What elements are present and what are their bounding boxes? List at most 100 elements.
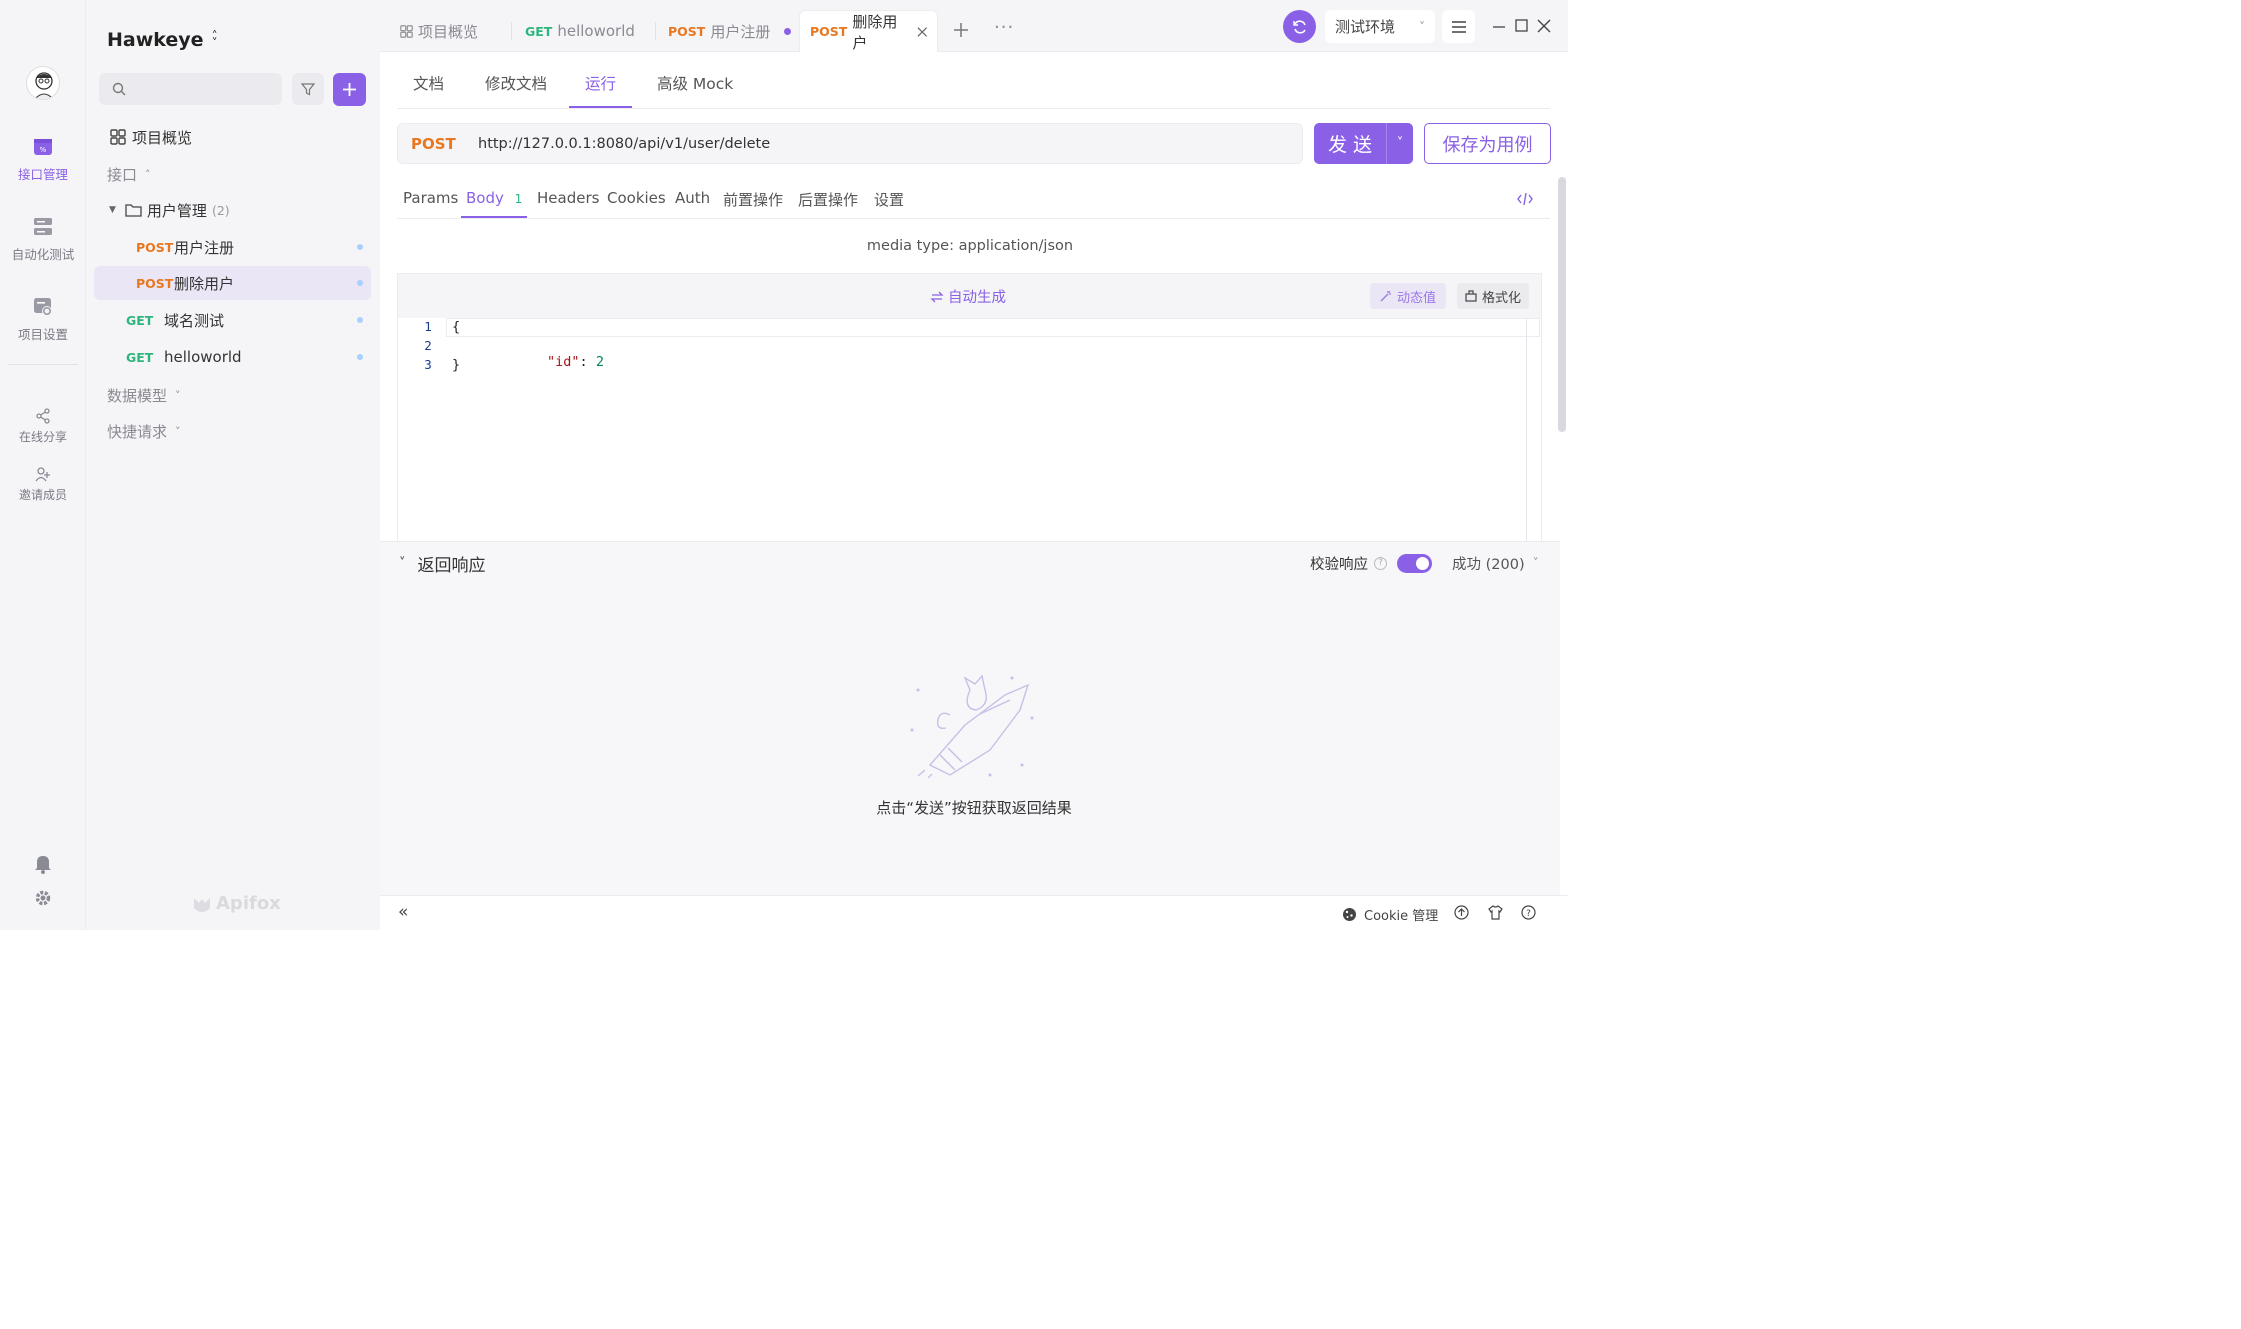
tab-label: 项目概览 <box>418 22 479 41</box>
avatar[interactable] <box>26 66 60 100</box>
environment-select[interactable]: 测试环境 ˅ <box>1325 10 1435 43</box>
rail-item-project-settings[interactable]: 项目设置 <box>0 296 86 343</box>
response-status-select[interactable]: 成功 (200) ˅ <box>1452 552 1539 574</box>
send-button[interactable]: 发 送 ˅ <box>1314 123 1413 164</box>
caret-down-icon: ▼ <box>109 205 116 215</box>
add-button[interactable] <box>333 73 366 106</box>
collapse-sidebar-icon[interactable]: « <box>398 902 408 922</box>
dynamic-value-label: 动态值 <box>1396 290 1436 306</box>
minimize-icon[interactable] <box>1492 20 1506 34</box>
method-select[interactable]: POST <box>411 135 476 153</box>
project-name: Hawkeye <box>107 29 204 51</box>
send-label: 发 送 <box>1327 134 1373 156</box>
rail-item-online-share[interactable]: 在线分享 <box>0 408 86 445</box>
grid-icon <box>110 129 126 145</box>
cookie-management-button[interactable]: Cookie 管理 <box>1342 905 1438 924</box>
format-button[interactable]: 格式化 <box>1457 283 1529 309</box>
req-tab-settings[interactable]: 设置 <box>874 189 904 210</box>
bell-icon[interactable] <box>34 854 52 874</box>
json-key: "id" <box>547 354 580 370</box>
req-tab-params[interactable]: Params <box>403 189 458 207</box>
tab-helloworld[interactable]: GET helloworld <box>515 10 645 52</box>
brand-watermark: Apifox <box>192 893 281 914</box>
api-item-label: 删除用户 <box>174 274 235 293</box>
api-item-helloworld[interactable]: GET helloworld <box>94 340 371 374</box>
status-dot <box>357 317 363 323</box>
upload-icon[interactable] <box>1454 905 1469 920</box>
shirt-theme-icon[interactable] <box>1488 905 1503 920</box>
save-as-case-button[interactable]: 保存为用例 <box>1424 123 1551 164</box>
send-dropdown-chevron-icon[interactable]: ˅ <box>1387 136 1413 151</box>
tab-bar: 项目概览 GET helloworld POST 用户注册 POST 删除用户 … <box>380 0 1568 52</box>
api-item-domain-test[interactable]: GET 域名测试 <box>94 303 371 337</box>
folder-label: 用户管理 <box>146 201 207 220</box>
req-tab-body[interactable]: Body 1 <box>466 189 522 207</box>
sync-button[interactable] <box>1283 10 1316 43</box>
format-brush-icon <box>1465 290 1477 302</box>
rocket-fox-illustration <box>910 674 1034 778</box>
method-badge: POST <box>136 275 174 291</box>
project-switcher[interactable]: Hawkeye ˄ ˅ <box>107 26 218 54</box>
status-dot <box>357 280 363 286</box>
tab-user-register[interactable]: POST 用户注册 <box>658 10 801 52</box>
help-icon[interactable]: ? <box>1374 556 1387 570</box>
req-tab-cookies[interactable]: Cookies <box>607 189 666 207</box>
subtab-divider <box>397 108 1550 109</box>
close-tab-icon[interactable] <box>917 26 927 38</box>
filter-button[interactable] <box>292 73 324 105</box>
req-tab-post-script[interactable]: 后置操作 <box>798 189 858 210</box>
req-tab-pre-script[interactable]: 前置操作 <box>723 189 783 210</box>
api-item-delete-user[interactable]: POST 删除用户 <box>94 266 371 300</box>
rail-item-label: 邀请成员 <box>18 488 67 502</box>
help-circle-icon[interactable]: ? <box>1521 905 1536 920</box>
sidebar: Hawkeye ˄ ˅ 项目概览 接口 ˄ ▼ 用户管理 (2) POST 用户注… <box>86 0 380 930</box>
response-header[interactable]: ˅ 返回响应 <box>399 552 486 576</box>
search-box[interactable] <box>99 73 282 105</box>
settings-gear-icon[interactable] <box>34 889 52 907</box>
method-badge: POST <box>810 24 848 39</box>
filter-icon <box>301 83 315 96</box>
api-item-user-register[interactable]: POST 用户注册 <box>94 230 371 264</box>
method-badge: GET <box>525 23 553 39</box>
editor-scrollbar[interactable] <box>1526 318 1527 542</box>
rail-item-invite-member[interactable]: 邀请成员 <box>0 466 86 503</box>
tab-overview[interactable]: 项目概览 <box>390 10 488 52</box>
rail-item-api-management[interactable]: % 接口管理 <box>0 136 86 183</box>
folder-user-management[interactable]: ▼ 用户管理 (2) <box>94 193 371 227</box>
new-tab-plus-icon[interactable] <box>953 22 969 38</box>
menu-button[interactable] <box>1442 10 1475 43</box>
chevron-down-icon: ˅ <box>175 424 181 438</box>
section-data-models[interactable]: 数据模型 ˅ <box>94 378 371 412</box>
section-label: 快捷请求 <box>107 422 168 441</box>
method-badge: GET <box>126 312 154 328</box>
search-input[interactable] <box>134 80 274 98</box>
section-quick-requests[interactable]: 快捷请求 ˅ <box>94 414 371 448</box>
dynamic-value-button[interactable]: 动态值 <box>1370 283 1446 309</box>
subtab-run[interactable]: 运行 <box>585 72 616 94</box>
subtab-edit-docs[interactable]: 修改文档 <box>485 72 547 94</box>
search-icon <box>112 82 126 96</box>
rail-item-automation-test[interactable]: 自动化测试 <box>0 216 86 263</box>
close-window-icon[interactable] <box>1537 19 1551 33</box>
req-tab-auth[interactable]: Auth <box>675 189 710 207</box>
validate-toggle[interactable] <box>1397 553 1432 573</box>
url-input[interactable] <box>476 134 1302 153</box>
response-title: 返回响应 <box>417 555 486 576</box>
maximize-icon[interactable] <box>1515 19 1528 32</box>
auto-generate-button[interactable]: 自动生成 <box>930 286 1006 307</box>
tab-delete-user[interactable]: POST 删除用户 <box>799 10 938 52</box>
sync-icon <box>1292 19 1306 34</box>
status-label: 成功 (200) <box>1452 556 1525 573</box>
sidebar-item-overview[interactable]: 项目概览 <box>94 120 371 154</box>
status-dot <box>357 354 363 360</box>
save-label: 保存为用例 <box>1442 134 1533 156</box>
section-interfaces[interactable]: 接口 ˄ <box>94 157 371 191</box>
subtab-advanced-mock[interactable]: 高级 Mock <box>657 72 733 94</box>
main-scrollbar[interactable] <box>1558 177 1566 432</box>
line-number: 2 <box>424 338 432 353</box>
code-view-icon[interactable] <box>1517 192 1533 206</box>
left-rail: % 接口管理 自动化测试 项目设置 在线分享 邀请成员 <box>0 0 86 930</box>
more-tabs-icon[interactable]: ··· <box>994 17 1014 38</box>
req-tab-headers[interactable]: Headers <box>537 189 599 207</box>
subtab-docs[interactable]: 文档 <box>413 72 444 94</box>
